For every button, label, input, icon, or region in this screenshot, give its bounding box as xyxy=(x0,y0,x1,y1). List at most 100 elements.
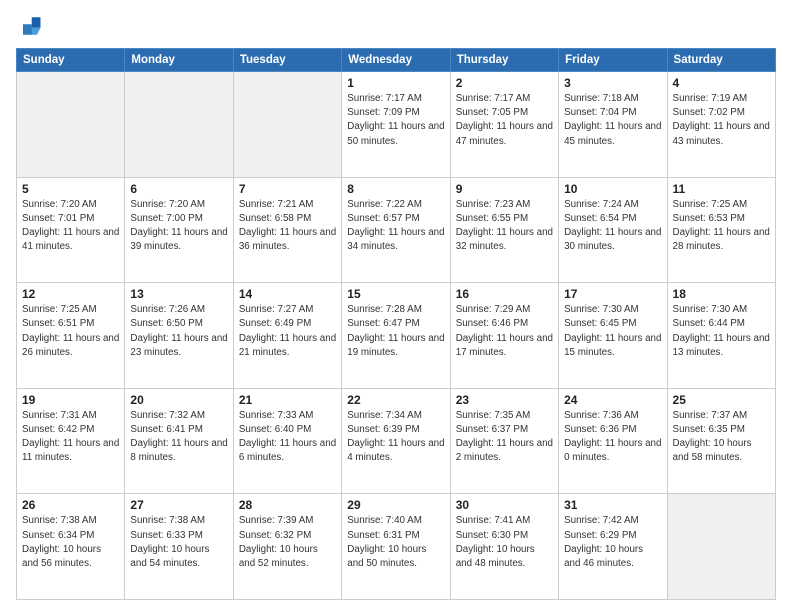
day-number: 9 xyxy=(456,182,553,196)
day-number: 14 xyxy=(239,287,336,301)
calendar-cell: 27 Sunrise: 7:38 AMSunset: 6:33 PMDayligh… xyxy=(125,494,233,600)
cell-details: Sunrise: 7:25 AMSunset: 6:51 PMDaylight:… xyxy=(22,303,119,360)
cell-details: Sunrise: 7:39 AMSunset: 6:32 PMDaylight:… xyxy=(239,514,336,571)
day-number: 17 xyxy=(564,287,661,301)
cell-details: Sunrise: 7:20 AMSunset: 7:01 PMDaylight:… xyxy=(22,198,119,255)
calendar-cell: 30 Sunrise: 7:41 AMSunset: 6:30 PMDayligh… xyxy=(450,494,558,600)
day-number: 24 xyxy=(564,393,661,407)
calendar-cell: 10 Sunrise: 7:24 AMSunset: 6:54 PMDayligh… xyxy=(559,177,667,283)
calendar-cell: 26Sunrise: 7:38 AMSunset: 6:34 PMDayligh… xyxy=(17,494,125,600)
day-number: 15 xyxy=(347,287,444,301)
calendar-cell: 24 Sunrise: 7:36 AMSunset: 6:36 PMDayligh… xyxy=(559,388,667,494)
cell-details: Sunrise: 7:30 AMSunset: 6:45 PMDaylight:… xyxy=(564,303,661,360)
cell-details: Sunrise: 7:20 AMSunset: 7:00 PMDaylight:… xyxy=(130,198,227,255)
day-number: 28 xyxy=(239,498,336,512)
cell-details: Sunrise: 7:34 AMSunset: 6:39 PMDaylight:… xyxy=(347,409,444,466)
calendar-cell: 14 Sunrise: 7:27 AMSunset: 6:49 PMDayligh… xyxy=(233,283,341,389)
cell-details: Sunrise: 7:27 AMSunset: 6:49 PMDaylight:… xyxy=(239,303,336,360)
calendar-cell: 11 Sunrise: 7:25 AMSunset: 6:53 PMDayligh… xyxy=(667,177,775,283)
day-number: 12 xyxy=(22,287,119,301)
calendar-cell: 23 Sunrise: 7:35 AMSunset: 6:37 PMDayligh… xyxy=(450,388,558,494)
header xyxy=(16,12,776,40)
calendar-cell: 20 Sunrise: 7:32 AMSunset: 6:41 PMDayligh… xyxy=(125,388,233,494)
day-number: 8 xyxy=(347,182,444,196)
week-row-2: 5 Sunrise: 7:20 AMSunset: 7:01 PMDaylight… xyxy=(17,177,776,283)
cell-details: Sunrise: 7:41 AMSunset: 6:30 PMDaylight:… xyxy=(456,514,553,571)
day-number: 16 xyxy=(456,287,553,301)
week-row-4: 19 Sunrise: 7:31 AMSunset: 6:42 PMDayligh… xyxy=(17,388,776,494)
day-number: 18 xyxy=(673,287,770,301)
cell-details: Sunrise: 7:18 AMSunset: 7:04 PMDaylight:… xyxy=(564,92,661,149)
cell-details: Sunrise: 7:28 AMSunset: 6:47 PMDaylight:… xyxy=(347,303,444,360)
day-number: 27 xyxy=(130,498,227,512)
cell-details: Sunrise: 7:25 AMSunset: 6:53 PMDaylight:… xyxy=(673,198,770,255)
cell-details: Sunrise: 7:42 AMSunset: 6:29 PMDaylight:… xyxy=(564,514,661,571)
calendar-header-row: SundayMondayTuesdayWednesdayThursdayFrid… xyxy=(17,49,776,72)
cell-details: Sunrise: 7:32 AMSunset: 6:41 PMDaylight:… xyxy=(130,409,227,466)
week-row-5: 26Sunrise: 7:38 AMSunset: 6:34 PMDayligh… xyxy=(17,494,776,600)
calendar-cell xyxy=(125,72,233,178)
cell-details: Sunrise: 7:33 AMSunset: 6:40 PMDaylight:… xyxy=(239,409,336,466)
week-row-1: 1 Sunrise: 7:17 AMSunset: 7:09 PMDaylight… xyxy=(17,72,776,178)
cell-details: Sunrise: 7:37 AMSunset: 6:35 PMDaylight:… xyxy=(673,409,770,466)
calendar-cell: 19 Sunrise: 7:31 AMSunset: 6:42 PMDayligh… xyxy=(17,388,125,494)
cell-details: Sunrise: 7:35 AMSunset: 6:37 PMDaylight:… xyxy=(456,409,553,466)
calendar-cell: 28 Sunrise: 7:39 AMSunset: 6:32 PMDayligh… xyxy=(233,494,341,600)
cell-details: Sunrise: 7:17 AMSunset: 7:05 PMDaylight:… xyxy=(456,92,553,149)
cell-details: Sunrise: 7:31 AMSunset: 6:42 PMDaylight:… xyxy=(22,409,119,466)
calendar-cell: 12 Sunrise: 7:25 AMSunset: 6:51 PMDayligh… xyxy=(17,283,125,389)
cell-details: Sunrise: 7:17 AMSunset: 7:09 PMDaylight:… xyxy=(347,92,444,149)
day-number: 31 xyxy=(564,498,661,512)
calendar-cell: 2 Sunrise: 7:17 AMSunset: 7:05 PMDaylight… xyxy=(450,72,558,178)
day-number: 10 xyxy=(564,182,661,196)
col-header-friday: Friday xyxy=(559,49,667,72)
calendar-cell: 7 Sunrise: 7:21 AMSunset: 6:58 PMDaylight… xyxy=(233,177,341,283)
calendar-cell: 1 Sunrise: 7:17 AMSunset: 7:09 PMDaylight… xyxy=(342,72,450,178)
day-number: 30 xyxy=(456,498,553,512)
calendar-cell: 15 Sunrise: 7:28 AMSunset: 6:47 PMDayligh… xyxy=(342,283,450,389)
cell-details: Sunrise: 7:26 AMSunset: 6:50 PMDaylight:… xyxy=(130,303,227,360)
calendar-cell: 18 Sunrise: 7:30 AMSunset: 6:44 PMDayligh… xyxy=(667,283,775,389)
cell-details: Sunrise: 7:36 AMSunset: 6:36 PMDaylight:… xyxy=(564,409,661,466)
calendar-cell xyxy=(17,72,125,178)
day-number: 11 xyxy=(673,182,770,196)
calendar-cell: 6 Sunrise: 7:20 AMSunset: 7:00 PMDaylight… xyxy=(125,177,233,283)
cell-details: Sunrise: 7:30 AMSunset: 6:44 PMDaylight:… xyxy=(673,303,770,360)
calendar-cell: 25 Sunrise: 7:37 AMSunset: 6:35 PMDayligh… xyxy=(667,388,775,494)
cell-details: Sunrise: 7:29 AMSunset: 6:46 PMDaylight:… xyxy=(456,303,553,360)
col-header-saturday: Saturday xyxy=(667,49,775,72)
col-header-thursday: Thursday xyxy=(450,49,558,72)
day-number: 23 xyxy=(456,393,553,407)
week-row-3: 12 Sunrise: 7:25 AMSunset: 6:51 PMDayligh… xyxy=(17,283,776,389)
day-number: 29 xyxy=(347,498,444,512)
calendar-cell: 4Sunrise: 7:19 AMSunset: 7:02 PMDaylight… xyxy=(667,72,775,178)
calendar-cell: 29Sunrise: 7:40 AMSunset: 6:31 PMDayligh… xyxy=(342,494,450,600)
cell-details: Sunrise: 7:21 AMSunset: 6:58 PMDaylight:… xyxy=(239,198,336,255)
calendar-cell: 31 Sunrise: 7:42 AMSunset: 6:29 PMDayligh… xyxy=(559,494,667,600)
day-number: 6 xyxy=(130,182,227,196)
day-number: 7 xyxy=(239,182,336,196)
calendar-cell xyxy=(667,494,775,600)
cell-details: Sunrise: 7:38 AMSunset: 6:33 PMDaylight:… xyxy=(130,514,227,571)
col-header-tuesday: Tuesday xyxy=(233,49,341,72)
day-number: 21 xyxy=(239,393,336,407)
calendar-cell: 3Sunrise: 7:18 AMSunset: 7:04 PMDaylight… xyxy=(559,72,667,178)
calendar-cell: 9Sunrise: 7:23 AMSunset: 6:55 PMDaylight… xyxy=(450,177,558,283)
day-number: 1 xyxy=(347,76,444,90)
day-number: 25 xyxy=(673,393,770,407)
day-number: 20 xyxy=(130,393,227,407)
day-number: 26 xyxy=(22,498,119,512)
day-number: 4 xyxy=(673,76,770,90)
logo xyxy=(16,12,48,40)
page: SundayMondayTuesdayWednesdayThursdayFrid… xyxy=(0,0,792,612)
calendar-cell xyxy=(233,72,341,178)
calendar-cell: 21 Sunrise: 7:33 AMSunset: 6:40 PMDayligh… xyxy=(233,388,341,494)
day-number: 2 xyxy=(456,76,553,90)
day-number: 22 xyxy=(347,393,444,407)
col-header-monday: Monday xyxy=(125,49,233,72)
day-number: 5 xyxy=(22,182,119,196)
calendar-table: SundayMondayTuesdayWednesdayThursdayFrid… xyxy=(16,48,776,600)
calendar-cell: 13Sunrise: 7:26 AMSunset: 6:50 PMDayligh… xyxy=(125,283,233,389)
cell-details: Sunrise: 7:24 AMSunset: 6:54 PMDaylight:… xyxy=(564,198,661,255)
day-number: 19 xyxy=(22,393,119,407)
